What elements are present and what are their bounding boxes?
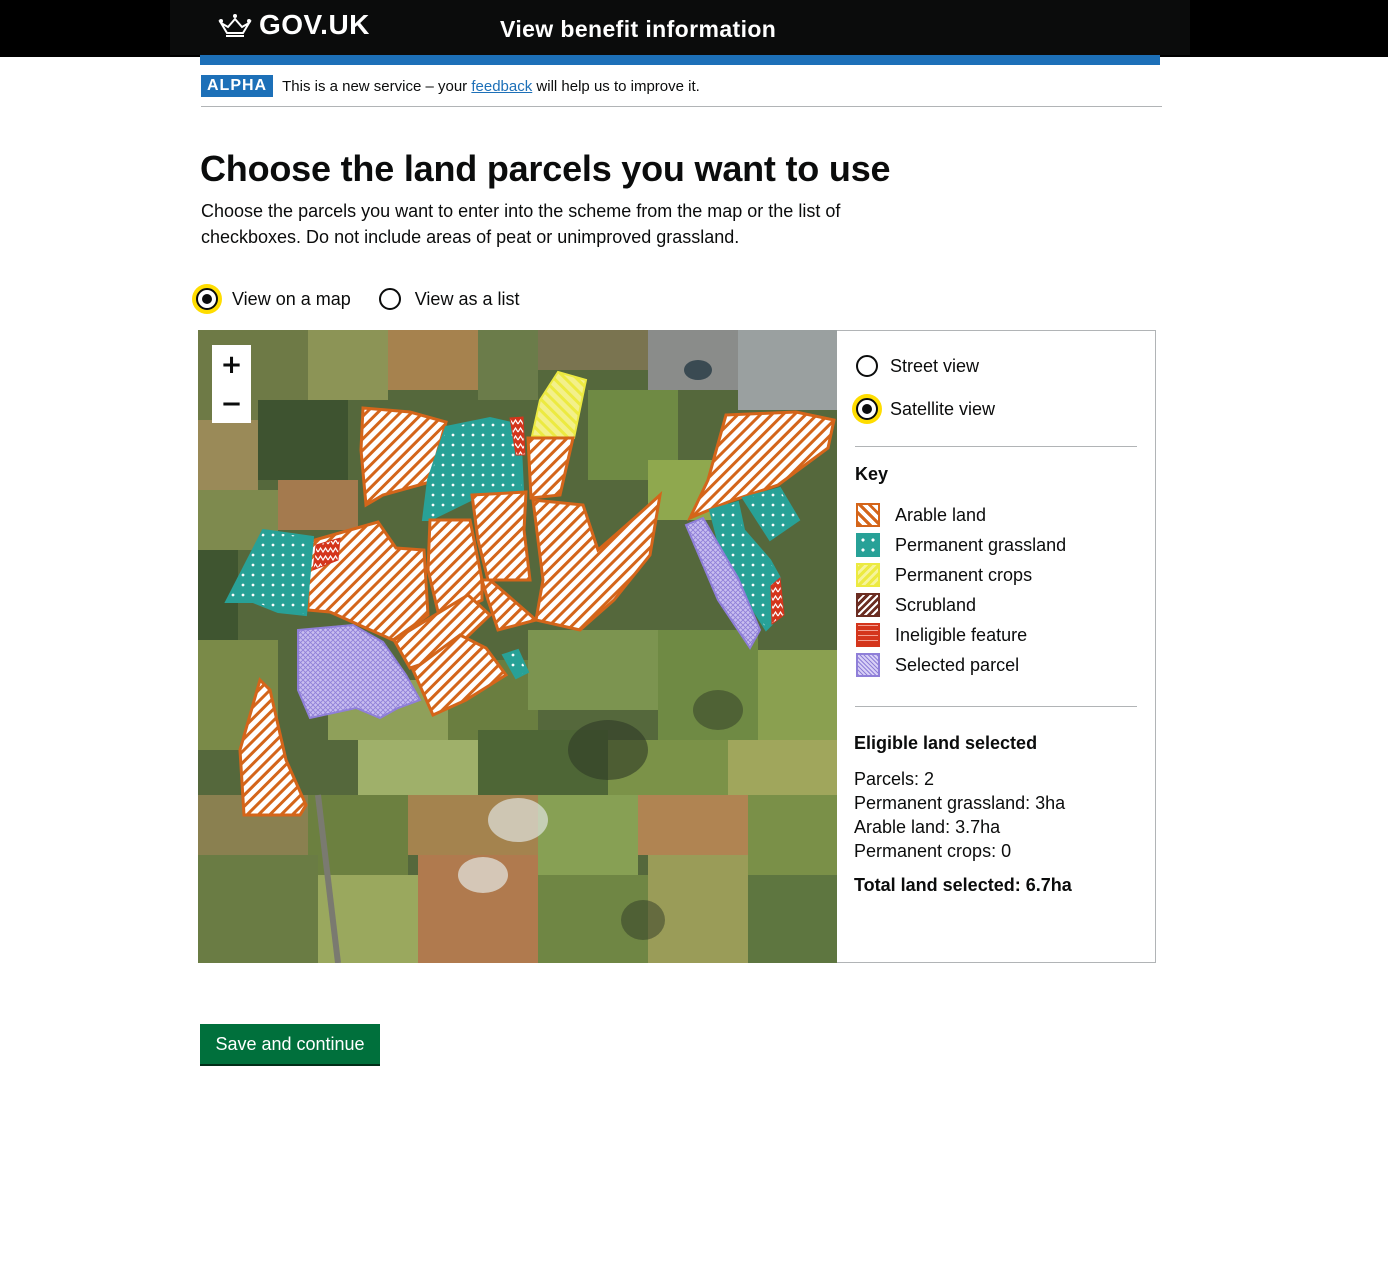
map-canvas[interactable] [198,330,837,963]
crops-swatch-icon [856,563,880,587]
header-container: GOV.UK View benefit information [170,0,1190,55]
summary-crops: Permanent crops: 0 [854,841,1012,861]
radio-label[interactable]: View as a list [415,289,520,310]
satellite-map[interactable]: + − [198,330,837,963]
phase-tag: ALPHA [201,75,274,97]
divider [201,106,1162,107]
key-label: Permanent grassland [895,534,1067,555]
summary-total: Total land selected: 6.7ha [854,875,1072,895]
grassland-swatch-icon [856,533,880,557]
key-title: Key [855,464,889,484]
street-view-radio[interactable]: Street view [856,355,979,377]
phase-banner: ALPHA This is a new service – your feedb… [201,75,700,97]
key-label: Permanent crops [895,564,1033,585]
radio-label[interactable]: Satellite view [890,399,995,420]
map-side-panel: Street view Satellite view Key Arable la… [837,330,1156,963]
divider [855,706,1137,707]
view-toggle: View on a map View as a list [196,288,519,310]
divider [855,446,1137,447]
feedback-link[interactable]: feedback [471,78,532,95]
scrubland-swatch-icon [856,593,880,617]
selected-swatch-icon [856,653,880,677]
page-title: Choose the land parcels you want to use [200,148,891,189]
radio-label[interactable]: Street view [890,356,979,377]
key-label: Scrubland [895,594,977,615]
page-description: Choose the parcels you want to enter int… [201,201,841,247]
zoom-controls: + − [212,345,251,423]
key-label: Arable land [895,504,987,525]
arable-swatch-icon [856,503,880,527]
summary-parcels: Parcels: 2 [854,769,935,789]
ineligible-swatch-icon [856,623,880,647]
radio-selected-icon[interactable] [196,288,218,310]
view-as-list-radio[interactable]: View as a list [378,288,520,310]
phase-text-after: will help us to improve it. [532,77,700,95]
satellite-view-radio[interactable]: Satellite view [856,398,995,420]
phase-text: This is a new service – your feedback wi… [282,78,700,95]
key-item-grassland: Permanent grassland [856,530,1066,560]
key-item-selected: Selected parcel [856,650,1066,680]
selection-summary: Eligible land selected Parcels: 2 Perman… [854,731,1072,897]
key-item-scrubland: Scrubland [856,590,1066,620]
summary-arable: Arable land: 3.7ha [854,817,1001,837]
radio-label[interactable]: View on a map [232,289,351,310]
key-label: Selected parcel [895,654,1020,675]
govuk-logo[interactable]: GOV.UK [259,9,370,41]
radio-selected-icon[interactable] [856,398,878,420]
zoom-out-button[interactable]: − [212,384,251,423]
key-label: Ineligible feature [895,624,1028,645]
key-item-ineligible: Ineligible feature [856,620,1066,650]
key-item-crops: Permanent crops [856,560,1066,590]
zoom-in-button[interactable]: + [212,345,251,384]
key-item-arable: Arable land [856,500,1066,530]
phase-text-before: This is a new service – your [282,77,472,95]
crown-icon[interactable] [218,13,252,39]
radio-unselected-icon[interactable] [378,288,401,310]
service-name[interactable]: View benefit information [500,16,776,43]
view-on-map-radio[interactable]: View on a map [196,288,351,310]
summary-grassland: Permanent grassland: 3ha [854,793,1066,813]
map-key: Arable land Permanent grassland Permanen… [856,500,1066,680]
summary-title: Eligible land selected [854,733,1038,753]
save-and-continue-button[interactable]: Save and continue [200,1024,380,1064]
radio-unselected-icon[interactable] [856,355,878,377]
header-blue-bar [200,55,1160,65]
